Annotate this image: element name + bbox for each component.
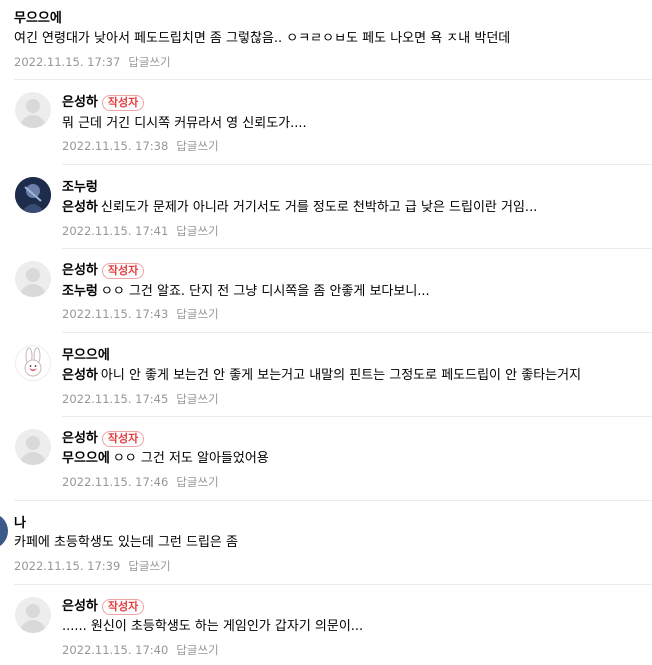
divider	[14, 584, 652, 585]
comment-meta: 2022.11.15. 17:40 답글쓰기	[62, 643, 219, 657]
avatar[interactable]	[15, 429, 51, 465]
comment-author[interactable]: 은성하	[62, 599, 98, 615]
reply-button[interactable]: 답글쓰기	[176, 224, 218, 238]
comment-author[interactable]: 은성하	[62, 431, 98, 447]
avatar[interactable]	[15, 345, 51, 381]
bunny-icon	[24, 347, 42, 377]
divider	[62, 332, 652, 333]
comment-text: 무으으에 ㅇㅇ 그건 저도 알아들었어용	[62, 451, 269, 466]
avatar[interactable]	[15, 261, 51, 297]
comment-date: 2022.11.15. 17:40	[62, 643, 169, 657]
mention[interactable]: 무으으에	[62, 451, 110, 466]
comment-author[interactable]: 조누렁	[62, 180, 98, 196]
comment-author[interactable]: 은성하	[62, 95, 98, 111]
author-badge: 작성자	[101, 598, 145, 615]
avatar-image	[15, 177, 51, 213]
author-badge: 작성자	[101, 94, 145, 111]
reply-button[interactable]: 답글쓰기	[176, 643, 218, 657]
mention[interactable]: 은성하	[62, 200, 98, 215]
divider	[14, 79, 652, 80]
comment-author[interactable]: 나	[14, 516, 26, 532]
divider	[62, 164, 652, 165]
comment-text: 은성하 아니 안 좋게 보는건 안 좋게 보는거고 내말의 핀트는 그정도로 페도…	[62, 368, 582, 383]
comment-author[interactable]: 무으으에	[62, 348, 110, 364]
reply-button[interactable]: 답글쓰기	[176, 307, 218, 321]
reply-button[interactable]: 답글쓰기	[176, 139, 218, 153]
comment-date: 2022.11.15. 17:45	[62, 392, 169, 406]
comment-meta: 2022.11.15. 17:46 답글쓰기	[62, 475, 219, 489]
avatar[interactable]	[15, 597, 51, 633]
divider	[14, 500, 652, 501]
divider	[62, 416, 652, 417]
reply-button[interactable]: 답글쓰기	[176, 392, 218, 406]
reply-button[interactable]: 답글쓰기	[128, 55, 170, 69]
comment-date: 2022.11.15. 17:37	[14, 55, 121, 69]
avatar[interactable]	[15, 177, 51, 213]
comment-text: 조누렁 ㅇㅇ 그건 알죠. 단지 전 그냥 디시쪽을 좀 안좋게 보다보니...	[62, 284, 430, 299]
mention[interactable]: 조누렁	[62, 284, 98, 299]
comment-author[interactable]: 은성하	[62, 263, 98, 279]
mention[interactable]: 은성하	[62, 368, 98, 383]
avatar[interactable]	[15, 92, 51, 128]
comment-date: 2022.11.15. 17:39	[14, 559, 121, 573]
comment-date: 2022.11.15. 17:38	[62, 139, 169, 153]
reply-button[interactable]: 답글쓰기	[128, 559, 170, 573]
comment-text: 카페에 초등학생도 있는데 그런 드립은 좀	[14, 535, 238, 550]
comment-date: 2022.11.15. 17:46	[62, 475, 169, 489]
comment-text: 은성하 신뢰도가 문제가 아니라 거기서도 거를 정도로 천박하고 급 낮은 드립…	[62, 200, 538, 215]
comment-meta: 2022.11.15. 17:38 답글쓰기	[62, 139, 219, 153]
reply-button[interactable]: 답글쓰기	[176, 475, 218, 489]
comment-date: 2022.11.15. 17:41	[62, 224, 169, 238]
comment-meta: 2022.11.15. 17:43 답글쓰기	[62, 307, 219, 321]
comment-text: 여긴 연령대가 낮아서 페도드립치면 좀 그렇찮음.. ㅇㅋㄹㅇㅂ도 페도 나오…	[14, 31, 511, 46]
author-badge: 작성자	[101, 262, 145, 279]
comment-meta: 2022.11.15. 17:39 답글쓰기	[14, 559, 171, 573]
comment-meta: 2022.11.15. 17:45 답글쓰기	[62, 392, 219, 406]
comment-meta: 2022.11.15. 17:41 답글쓰기	[62, 224, 219, 238]
comment-date: 2022.11.15. 17:43	[62, 307, 169, 321]
comment-text: 뭐 근데 거긴 디시쪽 커뮤라서 영 신뢰도가....	[62, 116, 307, 131]
comment-text: ...... 원신이 초등학생도 하는 게임인가 갑자기 의문이...	[62, 619, 364, 634]
comment-author[interactable]: 무으으에	[14, 11, 62, 27]
divider	[62, 248, 652, 249]
author-badge: 작성자	[101, 430, 145, 447]
comment-meta: 2022.11.15. 17:37 답글쓰기	[14, 55, 171, 69]
avatar[interactable]	[0, 513, 8, 549]
